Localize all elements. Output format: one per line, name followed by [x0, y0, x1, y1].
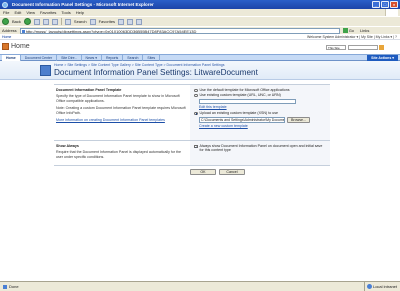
sp-header: Home This Site — [0, 40, 400, 54]
top-nav: Home Document Center Site Dire.. News ▾ … — [0, 54, 400, 61]
existing-template-label[interactable]: Use existing custom template (URL, UNC, … — [200, 93, 281, 97]
template-section-description: Document Information Panel Template Spec… — [56, 88, 188, 122]
go-label: Go — [348, 28, 355, 33]
forward-arrow-icon[interactable] — [23, 18, 31, 25]
back-arrow-icon[interactable] — [2, 18, 9, 25]
menu-bar: File Edit View Favorites Tools Help — [0, 9, 400, 16]
address-value: http://moss/_layouts/dipsettings.aspx?ct… — [25, 28, 197, 34]
windows-flag-icon — [385, 9, 398, 16]
global-home-link[interactable]: Home — [2, 35, 11, 39]
search-icon[interactable] — [64, 18, 71, 25]
back-button-label[interactable]: Back — [12, 19, 21, 24]
show-always-controls: ✓ Always show Document Information Panel… — [190, 141, 330, 166]
menu-file[interactable]: File — [3, 10, 9, 15]
search-scope-select[interactable]: This Site — [326, 45, 346, 50]
print-icon[interactable] — [136, 18, 143, 25]
option-existing-template[interactable]: Use existing custom template (URL, UNC, … — [194, 93, 326, 98]
section-desc: Require that the Document Information Pa… — [56, 150, 182, 159]
mail-icon[interactable] — [127, 18, 134, 25]
edit-template-link[interactable]: Edit this template — [199, 105, 326, 109]
window-title: Document Information Panel Settings - Mi… — [12, 2, 154, 7]
tab-home[interactable]: Home — [2, 54, 21, 61]
globe-icon — [366, 284, 372, 289]
toolbar-separator — [60, 18, 62, 25]
tab-document-center[interactable]: Document Center — [21, 54, 58, 61]
tab-news[interactable]: News ▾ — [82, 54, 103, 61]
site-title[interactable]: Home — [11, 43, 30, 50]
menu-tools[interactable]: Tools — [61, 10, 70, 15]
tab-reports[interactable]: Reports — [102, 54, 124, 61]
section-note: Note: Creating a custom Document Informa… — [56, 106, 186, 115]
show-always-option[interactable]: ✓ Always show Document Information Panel… — [194, 144, 326, 153]
menu-view[interactable]: View — [26, 10, 35, 15]
upload-file-field[interactable]: C:\Documents and Settings\Administrator\… — [199, 116, 285, 123]
form-buttons: OK Cancel — [190, 169, 245, 175]
go-arrow-icon — [342, 28, 348, 33]
show-always-checkbox[interactable]: ✓ — [194, 144, 198, 148]
create-template-link[interactable]: Create a new custom template — [199, 124, 326, 128]
menu-edit[interactable]: Edit — [14, 10, 21, 15]
section-title: Show Always — [56, 144, 79, 148]
window-controls: _ □ × — [372, 1, 398, 8]
address-input[interactable]: http://moss/_layouts/dipsettings.aspx?ct… — [19, 27, 340, 34]
go-button[interactable]: Go — [342, 28, 355, 33]
settings-form: Document Information Panel Template Spec… — [54, 84, 330, 166]
maximize-button[interactable]: □ — [381, 1, 389, 8]
page-done-icon — [3, 284, 7, 289]
show-always-section: Show Always Require that the Document In… — [54, 140, 330, 166]
browser-toolbar: Back Search Favorites — [0, 16, 400, 26]
section-desc: Specify the type of Document Information… — [56, 94, 180, 103]
favorites-button-label[interactable]: Favorites — [99, 19, 115, 24]
status-text: Done — [9, 284, 19, 289]
template-url-field[interactable] — [199, 98, 296, 104]
section-title: Document Information Panel Template — [56, 88, 122, 92]
show-always-label[interactable]: Always show Document Information Panel o… — [200, 144, 327, 153]
page-title: Document Information Panel Settings: Lit… — [54, 68, 258, 77]
tab-sites[interactable]: Sites — [143, 54, 161, 61]
menu-favorites[interactable]: Favorites — [40, 10, 56, 15]
more-info-link[interactable]: More information on creating Document In… — [56, 118, 165, 122]
cancel-button[interactable]: Cancel — [219, 169, 245, 175]
option-default-template[interactable]: Use the default template for Microsoft O… — [194, 88, 326, 92]
ok-button[interactable]: OK — [190, 169, 216, 175]
address-bar: Address http://moss/_layouts/dipsettings… — [0, 26, 400, 34]
search-input[interactable] — [348, 45, 378, 50]
links-toolbar[interactable]: Links — [360, 28, 369, 33]
favorites-star-icon[interactable] — [89, 18, 96, 25]
status-bar: Done Local intranet — [0, 281, 400, 291]
browse-button[interactable]: Browse... — [287, 116, 310, 123]
template-section: Document Information Panel Template Spec… — [54, 84, 330, 140]
existing-template-radio[interactable] — [194, 93, 198, 98]
menu-help[interactable]: Help — [76, 10, 84, 15]
search-button-label[interactable]: Search — [74, 19, 87, 24]
search-go-icon[interactable] — [379, 45, 384, 50]
upload-template-label[interactable]: Upload an existing custom template (XSN)… — [200, 111, 279, 115]
template-section-controls: Use the default template for Microsoft O… — [190, 85, 330, 140]
refresh-icon[interactable] — [42, 18, 49, 25]
page-icon — [21, 29, 25, 33]
upload-file-row: C:\Documents and Settings\Administrator\… — [199, 116, 326, 123]
show-always-description: Show Always Require that the Document In… — [56, 144, 188, 162]
security-zone: Local intranet — [363, 282, 397, 291]
tab-search[interactable]: Search — [123, 54, 144, 61]
tab-site-directory[interactable]: Site Dire.. — [57, 54, 82, 61]
settings-page-icon — [40, 65, 51, 76]
ie-app-icon — [2, 1, 8, 8]
stop-icon[interactable] — [33, 18, 40, 25]
window-titlebar: Document Information Panel Settings - Mi… — [0, 0, 400, 9]
home-icon[interactable] — [51, 18, 58, 25]
minimize-button[interactable]: _ — [372, 1, 380, 8]
option-upload-template[interactable]: Upload an existing custom template (XSN)… — [194, 111, 326, 116]
default-template-radio[interactable] — [194, 88, 198, 92]
default-template-label[interactable]: Use the default template for Microsoft O… — [200, 88, 290, 92]
address-label: Address — [2, 28, 17, 33]
close-button[interactable]: × — [390, 1, 398, 8]
page-header: Home > Site Settings > Site Content Type… — [0, 61, 400, 80]
breadcrumb[interactable]: Home > Site Settings > Site Content Type… — [54, 63, 225, 67]
zone-label: Local intranet — [372, 284, 397, 289]
form-divider — [54, 165, 330, 166]
history-icon[interactable] — [118, 18, 125, 25]
site-logo-icon — [2, 43, 9, 50]
upload-template-radio[interactable] — [194, 111, 198, 116]
